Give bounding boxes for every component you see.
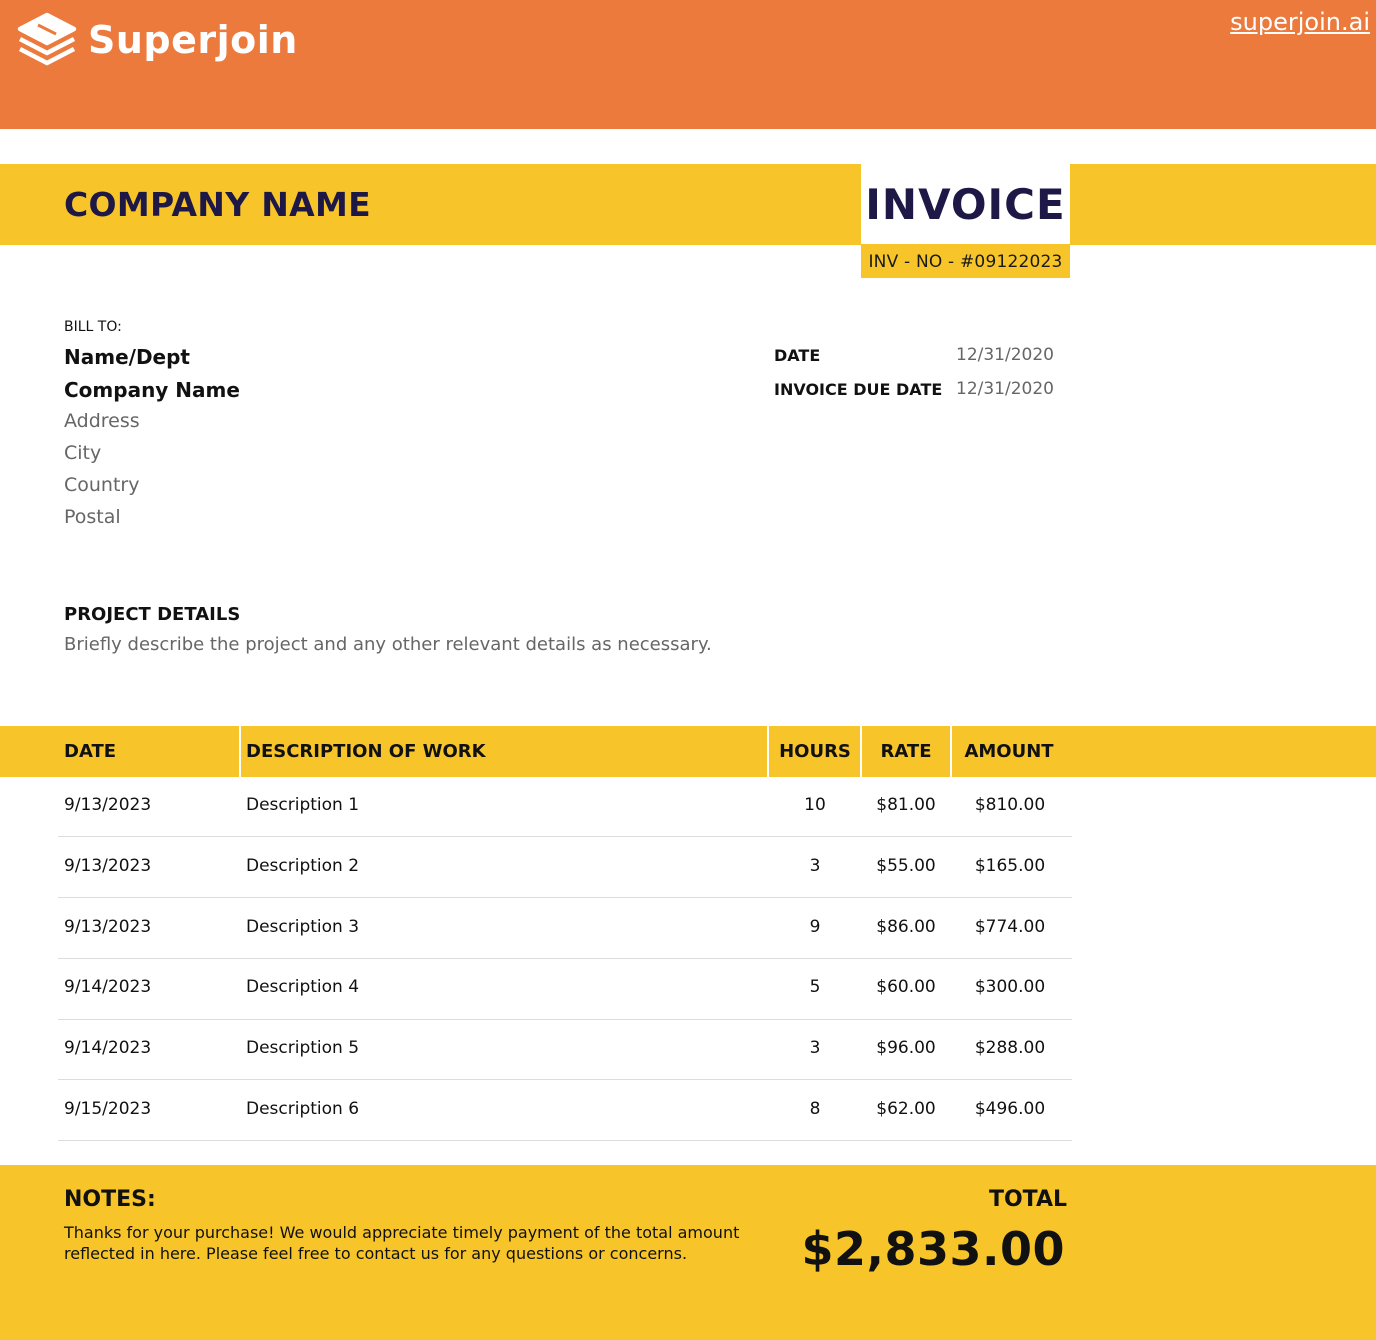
column-header-description: DESCRIPTION OF WORK	[246, 741, 486, 762]
notes-title: NOTES:	[64, 1187, 156, 1212]
column-header-hours: HOURS	[779, 741, 851, 762]
brand-name: Superjoin	[88, 18, 298, 62]
row-date: 9/14/2023	[64, 977, 152, 997]
bill-to-label: BILL TO:	[64, 319, 122, 335]
column-header-amount: AMOUNT	[964, 741, 1054, 762]
date-value: 12/31/2020	[956, 345, 1054, 365]
table-row: 9/13/2023 Description 3 9 $86.00 $774.00	[0, 897, 1376, 957]
row-date: 9/13/2023	[64, 856, 152, 876]
column-divider	[239, 726, 241, 777]
total-label: TOTAL	[988, 1187, 1067, 1212]
bill-to-name: Name/Dept	[64, 345, 190, 369]
stacked-layers-logo-icon	[17, 12, 77, 66]
invoice-title-box: INVOICE	[861, 164, 1070, 244]
invoice-title: INVOICE	[865, 179, 1066, 229]
row-rate: $96.00	[876, 1038, 936, 1058]
row-hours: 3	[809, 1038, 821, 1058]
row-amount: $496.00	[974, 1099, 1046, 1119]
table-row: 9/14/2023 Description 4 5 $60.00 $300.00	[0, 957, 1376, 1017]
table-header-band	[0, 726, 1376, 777]
total-amount: $2,833.00	[801, 1222, 1065, 1276]
bill-to-postal: Postal	[64, 506, 121, 528]
bill-to-address: Address	[64, 410, 140, 432]
row-amount: $288.00	[974, 1038, 1046, 1058]
company-name-heading: COMPANY NAME	[64, 185, 371, 224]
table-row: 9/15/2023 Description 6 8 $62.00 $496.00	[0, 1079, 1376, 1139]
row-hours: 5	[809, 977, 821, 997]
due-date-value: 12/31/2020	[956, 379, 1054, 399]
table-row: 9/14/2023 Description 5 3 $96.00 $288.00	[0, 1018, 1376, 1078]
row-hours: 3	[809, 856, 821, 876]
invoice-number: INV - NO - #09122023	[861, 245, 1070, 278]
row-rate: $60.00	[876, 977, 936, 997]
row-date: 9/13/2023	[64, 795, 152, 815]
row-hours: 9	[809, 917, 821, 937]
table-row: 9/13/2023 Description 2 3 $55.00 $165.00	[0, 836, 1376, 896]
row-description: Description 4	[246, 977, 360, 997]
due-date-label: INVOICE DUE DATE	[774, 380, 943, 399]
row-hours: 10	[804, 795, 826, 815]
row-amount: $300.00	[974, 977, 1046, 997]
row-description: Description 5	[246, 1038, 360, 1058]
bill-to-country: Country	[64, 474, 140, 496]
notes-text: Thanks for your purchase! We would appre…	[64, 1223, 740, 1263]
row-amount: $810.00	[974, 795, 1046, 815]
row-description: Description 6	[246, 1099, 360, 1119]
row-rate: $55.00	[876, 856, 936, 876]
bill-to-company: Company Name	[64, 378, 240, 402]
row-hours: 8	[809, 1099, 821, 1119]
invoice-page: Superjoin superjoin.ai COMPANY NAME INVO…	[0, 0, 1376, 1340]
table-row: 9/13/2023 Description 1 10 $81.00 $810.0…	[0, 775, 1376, 835]
bill-to-city: City	[64, 442, 102, 464]
superjoin-website-link[interactable]: superjoin.ai	[1230, 8, 1370, 36]
row-rate: $86.00	[876, 917, 936, 937]
row-description: Description 3	[246, 917, 360, 937]
column-header-date: DATE	[64, 741, 117, 762]
date-label: DATE	[774, 346, 821, 365]
superjoin-logo: Superjoin	[16, 10, 298, 70]
row-amount: $165.00	[974, 856, 1046, 876]
row-date: 9/14/2023	[64, 1038, 152, 1058]
column-header-rate: RATE	[880, 741, 932, 762]
row-description: Description 1	[246, 795, 360, 815]
column-divider	[767, 726, 769, 777]
row-description: Description 2	[246, 856, 360, 876]
row-date: 9/15/2023	[64, 1099, 152, 1119]
project-details-description: Briefly describe the project and any oth…	[64, 634, 712, 655]
row-amount: $774.00	[974, 917, 1046, 937]
row-rate: $81.00	[876, 795, 936, 815]
row-rate: $62.00	[876, 1099, 936, 1119]
row-date: 9/13/2023	[64, 917, 152, 937]
project-details-title: PROJECT DETAILS	[64, 604, 241, 625]
row-divider	[58, 1140, 1072, 1141]
